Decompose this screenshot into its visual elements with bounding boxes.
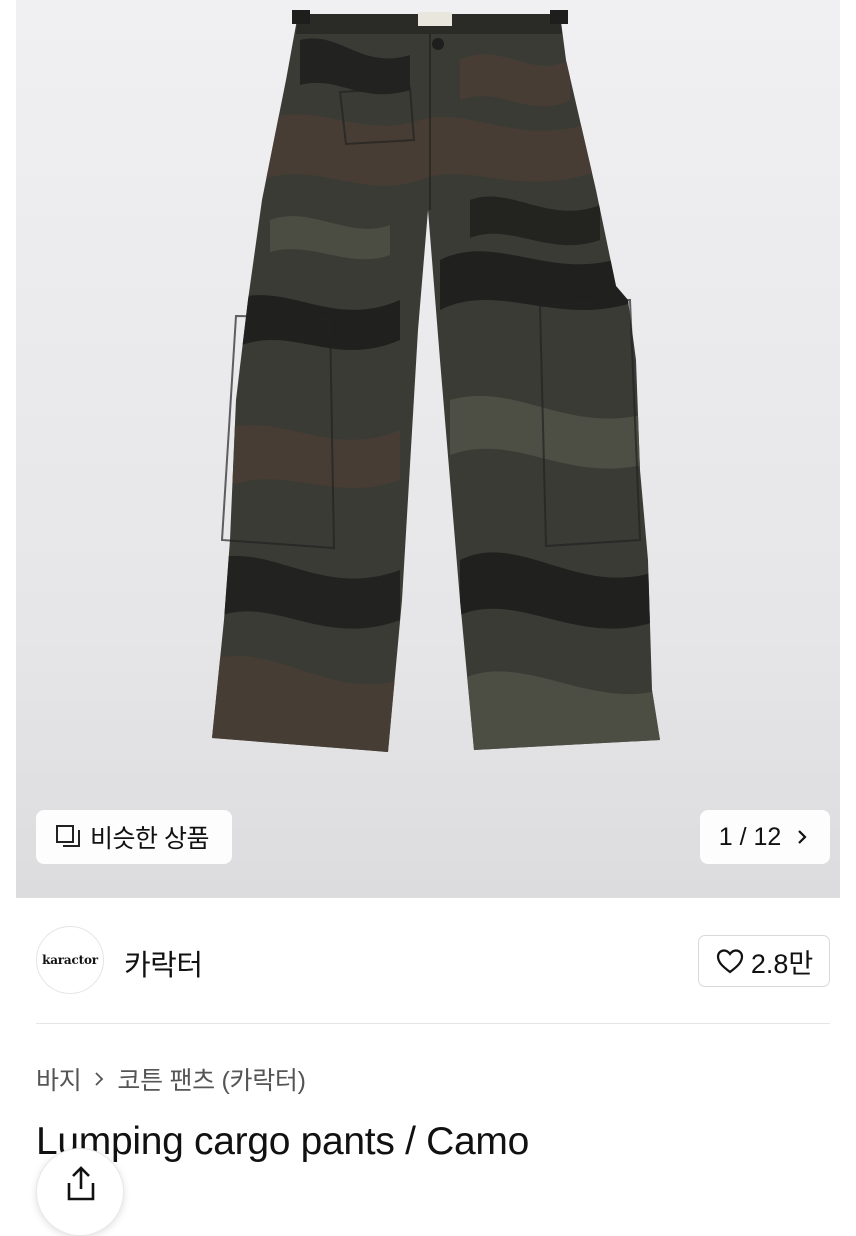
image-pager-count: 1 / 12 (718, 822, 782, 851)
chevron-right-icon (95, 1072, 104, 1086)
share-button[interactable] (36, 1148, 124, 1236)
breadcrumb: 바지 코튼 팬츠 (카락터) (36, 1062, 306, 1096)
brand-logo[interactable]: karactor (36, 926, 104, 994)
chevron-right-icon (798, 830, 807, 844)
image-pager-button[interactable]: 1 / 12 (700, 810, 830, 864)
share-icon (67, 1166, 95, 1201)
copy-squares-icon (56, 825, 80, 847)
brand-name[interactable]: 카락터 (124, 942, 203, 984)
like-button[interactable]: 2.8만 (698, 935, 830, 987)
product-gallery[interactable]: 비슷한 상품 1 / 12 (0, 0, 856, 898)
product-image[interactable] (0, 0, 856, 898)
product-title: Lumping cargo pants / Camo (36, 1120, 529, 1163)
breadcrumb-subcategory[interactable]: 코튼 팬츠 (카락터) (117, 1061, 306, 1097)
divider (36, 1023, 830, 1024)
brand-logo-text: karactor (42, 953, 98, 967)
similar-products-button[interactable]: 비슷한 상품 (36, 810, 232, 864)
breadcrumb-category[interactable]: 바지 (36, 1061, 82, 1097)
like-count: 2.8만 (750, 948, 814, 979)
heart-outline-icon (716, 949, 743, 974)
similar-products-label: 비슷한 상품 (90, 825, 209, 853)
brand-row: karactor 카락터 2.8만 (0, 898, 856, 1024)
